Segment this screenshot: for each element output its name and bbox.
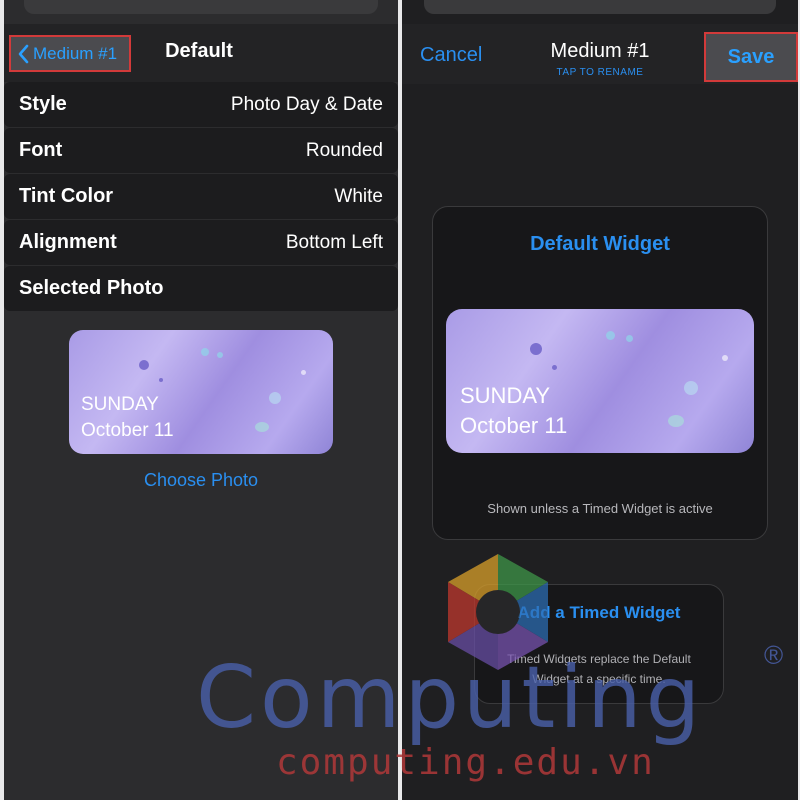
widget-photo-preview: SUNDAY October 11 (69, 330, 333, 454)
row-value: Photo Day & Date (230, 93, 383, 115)
default-widget-card[interactable]: Default Widget SUNDAY October 11 Shown u… (432, 206, 768, 540)
row-value: White (334, 185, 383, 207)
watermark-registered-mark: ® (764, 640, 784, 670)
chevron-left-icon (18, 44, 29, 63)
row-label: Alignment (19, 231, 117, 253)
widget-name-title[interactable]: Medium #1 (522, 40, 678, 63)
settings-row-alignment[interactable]: Alignment Bottom Left (4, 220, 398, 265)
save-button[interactable]: Save (704, 32, 798, 82)
row-value: Rounded (305, 139, 383, 161)
settings-row-font[interactable]: Font Rounded (4, 128, 398, 173)
tap-to-rename-hint[interactable]: TAP TO RENAME (522, 67, 678, 78)
watermark-url: computing.edu.vn (276, 742, 655, 783)
sheet-stack-edge (24, 0, 378, 14)
settings-row-style[interactable]: Style Photo Day & Date (4, 82, 398, 127)
default-widget-caption: Shown unless a Timed Widget is active (487, 501, 713, 516)
widget-date: October 11 (460, 413, 568, 438)
widget-date: October 11 (81, 420, 174, 441)
settings-row-tint-color[interactable]: Tint Color White (4, 174, 398, 219)
watermark-brand: Computing (196, 648, 705, 748)
cancel-button[interactable]: Cancel (420, 44, 482, 67)
choose-photo-button[interactable]: Choose Photo (4, 470, 398, 491)
widget-day: SUNDAY (81, 394, 159, 415)
default-widget-title: Default Widget (530, 233, 670, 255)
sheet-stack-edge (424, 0, 776, 14)
row-value: Bottom Left (285, 231, 383, 253)
back-button[interactable]: Medium #1 (9, 35, 131, 72)
widget-photo-preview: SUNDAY October 11 (446, 309, 754, 453)
row-label: Tint Color (19, 185, 114, 207)
row-label: Font (19, 139, 63, 161)
back-button-label: Medium #1 (33, 43, 118, 63)
settings-list: Style Photo Day & Date Font Rounded Tint… (4, 82, 398, 312)
row-label: Style (19, 93, 67, 115)
settings-row-selected-photo: Selected Photo (4, 266, 398, 311)
page-title: Default (165, 40, 233, 62)
row-label: Selected Photo (19, 277, 164, 299)
widget-day: SUNDAY (460, 383, 551, 408)
